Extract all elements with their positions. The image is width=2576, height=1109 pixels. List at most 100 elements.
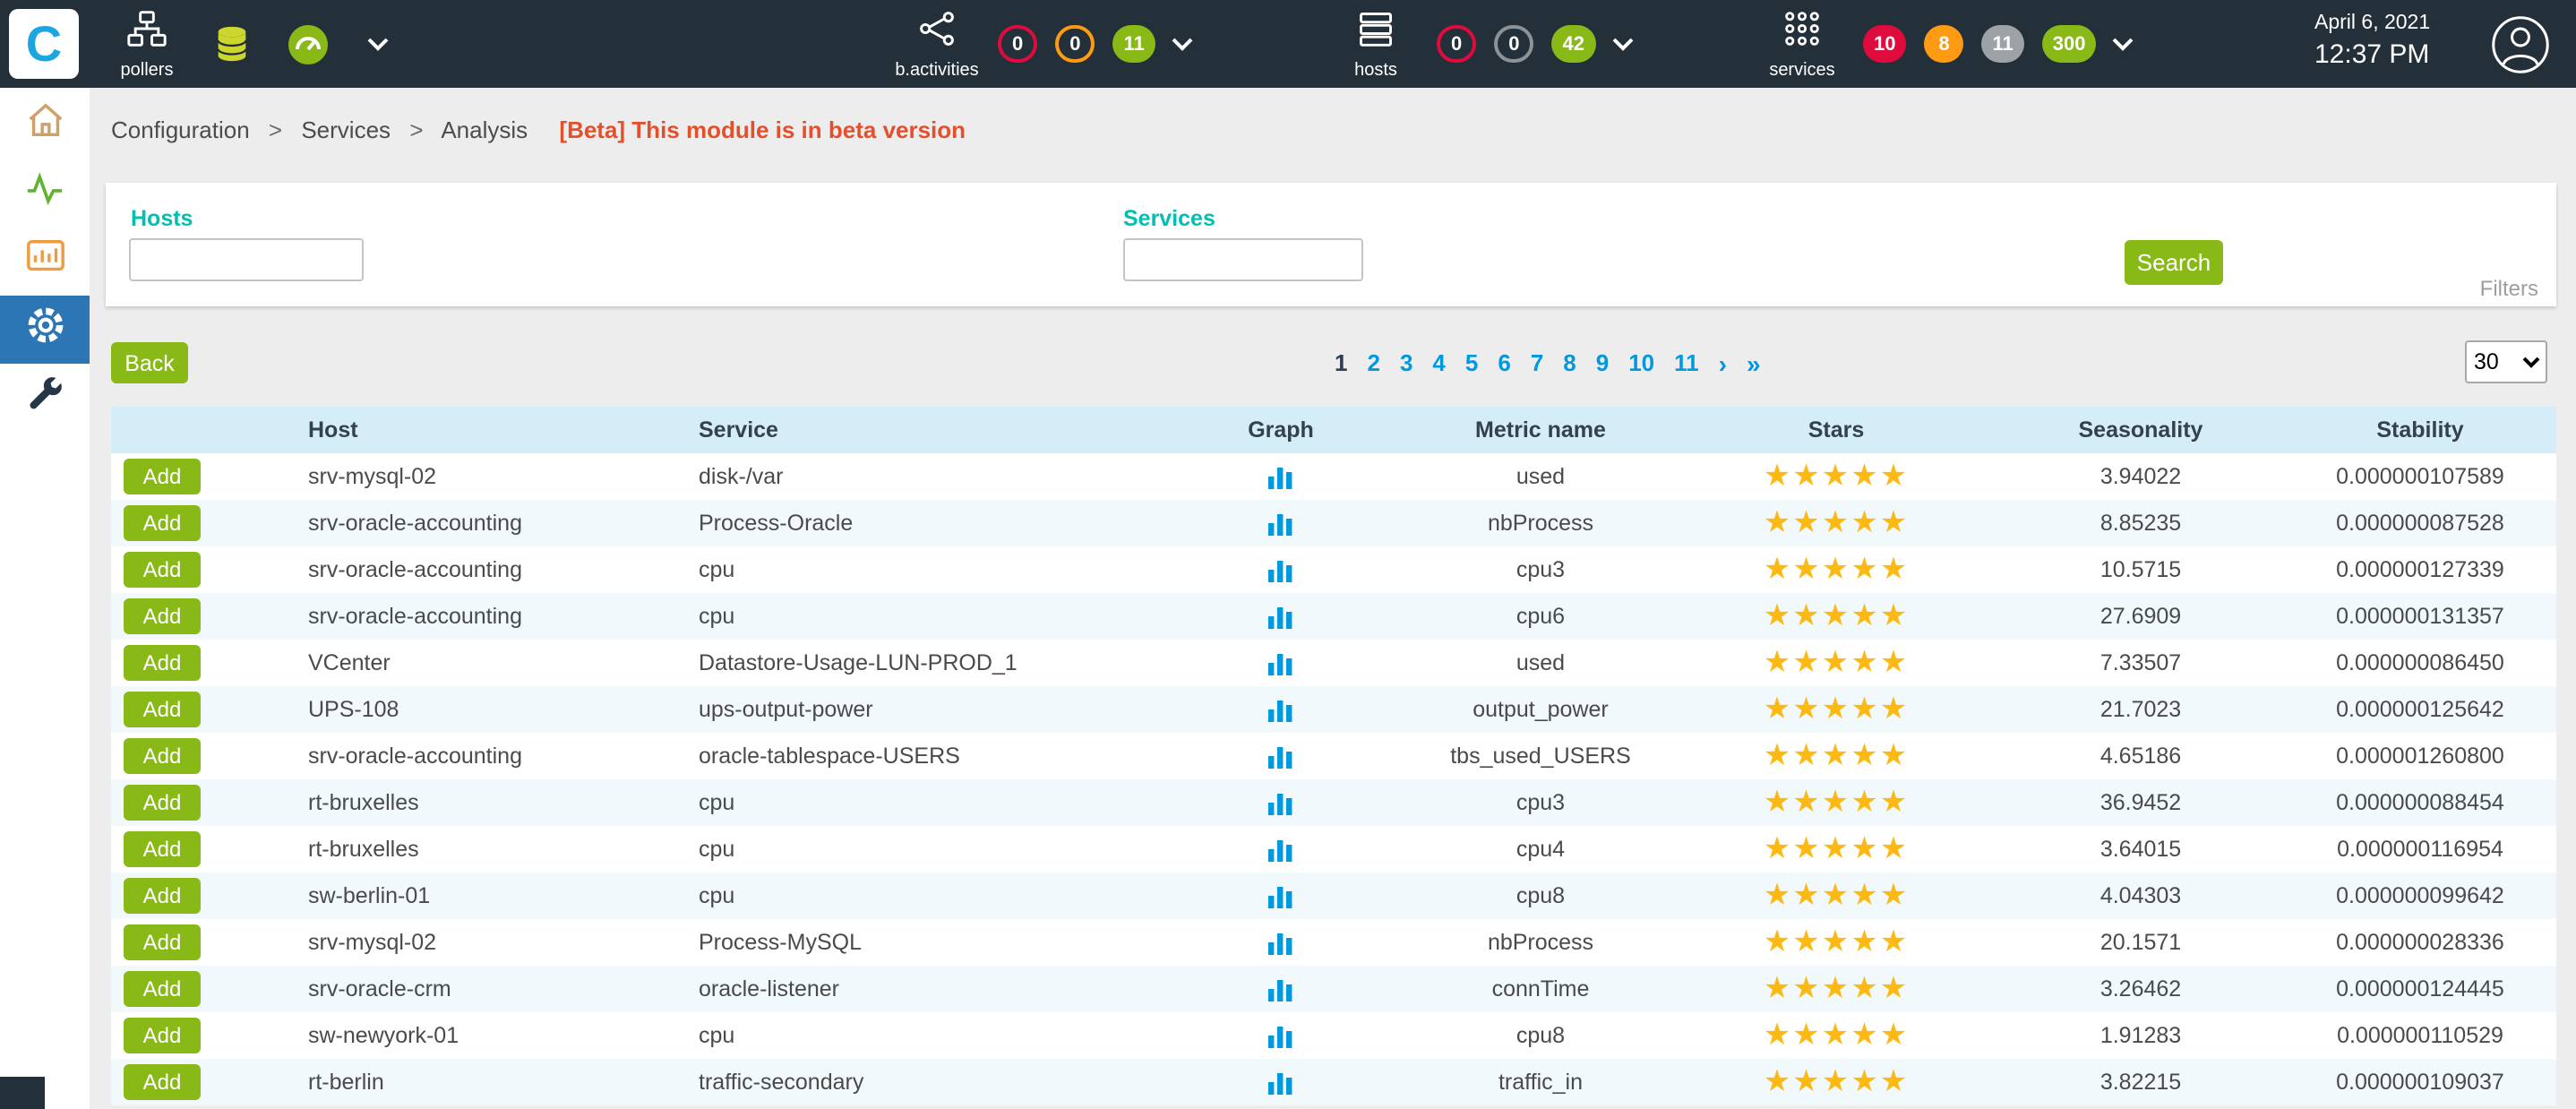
page-link-10[interactable]: 10: [1628, 349, 1654, 376]
filters-label: Filters: [2480, 276, 2538, 301]
graph-icon[interactable]: [1267, 929, 1295, 954]
centreon-logo[interactable]: C: [9, 9, 79, 79]
page-link-9[interactable]: 9: [1596, 349, 1609, 376]
stars-rating: ★★★★★: [1675, 1012, 1997, 1059]
add-button[interactable]: Add: [124, 1064, 201, 1100]
add-button[interactable]: Add: [124, 459, 201, 494]
pollers-chevron-down-icon[interactable]: [367, 0, 389, 88]
host-cell: srv-mysql-02: [281, 453, 672, 500]
graph-icon[interactable]: [1267, 836, 1295, 861]
counter-badge[interactable]: 8: [1925, 25, 1964, 63]
add-button[interactable]: Add: [124, 924, 201, 960]
stability-cell: 0.000000116954: [2284, 826, 2556, 873]
counter-badge[interactable]: 0: [1494, 25, 1533, 63]
services-group[interactable]: services 10811300: [1752, 0, 2134, 88]
table-row: Add srv-oracle-accounting cpu cpu3 ★★★★★…: [111, 546, 2556, 593]
page-link-3[interactable]: 3: [1400, 349, 1413, 376]
hosts-chevron-down-icon[interactable]: [1611, 37, 1633, 51]
host-cell: rt-bruxelles: [281, 826, 672, 873]
next-page-icon[interactable]: ›: [1719, 350, 1727, 375]
graph-icon[interactable]: [1267, 976, 1295, 1001]
analysis-table: Host Service Graph Metric name Stars Sea…: [111, 407, 2556, 1105]
sidebar-item-reports[interactable]: [0, 228, 90, 296]
breadcrumb-configuration[interactable]: Configuration: [111, 116, 250, 143]
graph-icon[interactable]: [1267, 603, 1295, 628]
page-link-8[interactable]: 8: [1563, 349, 1576, 376]
graph-icon[interactable]: [1267, 882, 1295, 907]
counter-badge[interactable]: 300: [2042, 25, 2097, 63]
graph-icon[interactable]: [1267, 1069, 1295, 1094]
stars-rating: ★★★★★: [1675, 873, 1997, 919]
graph-icon[interactable]: [1267, 789, 1295, 814]
page-size-select[interactable]: 30: [2465, 340, 2547, 383]
business-activities-icon: [917, 8, 957, 56]
add-button[interactable]: Add: [124, 878, 201, 914]
add-button[interactable]: Add: [124, 1018, 201, 1053]
sidebar-item-administration[interactable]: [0, 364, 90, 432]
last-page-icon[interactable]: »: [1747, 350, 1761, 375]
graph-icon[interactable]: [1267, 1022, 1295, 1047]
graph-cell: [1155, 500, 1406, 546]
add-button[interactable]: Add: [124, 785, 201, 821]
bactivities-group[interactable]: b.activities 0011: [887, 0, 1193, 88]
pollers-group[interactable]: pollers: [97, 0, 197, 88]
add-button[interactable]: Add: [124, 645, 201, 681]
sidebar-item-configuration[interactable]: [0, 296, 90, 364]
page-link-6[interactable]: 6: [1498, 349, 1510, 376]
breadcrumb-analysis[interactable]: Analysis: [441, 116, 528, 143]
sidebar-collapse[interactable]: [0, 1077, 45, 1109]
counter-badge[interactable]: 42: [1552, 25, 1596, 63]
header-service: Service: [672, 407, 1155, 453]
services-chevron-down-icon[interactable]: [2113, 37, 2134, 51]
hosts-filter-input[interactable]: [129, 238, 364, 281]
graph-cell: [1155, 546, 1406, 593]
services-filter-input[interactable]: [1123, 238, 1363, 281]
latency-status-icon[interactable]: [287, 0, 330, 88]
page-link-11[interactable]: 11: [1674, 349, 1699, 376]
add-button[interactable]: Add: [124, 831, 201, 867]
graph-icon[interactable]: [1267, 463, 1295, 488]
page-link-5[interactable]: 5: [1465, 349, 1478, 376]
search-button[interactable]: Search: [2125, 240, 2223, 285]
database-status-icon[interactable]: [211, 0, 253, 88]
counter-badge[interactable]: 0: [1055, 25, 1095, 63]
heartbeat-icon: [21, 168, 68, 219]
metric-cell: tbs_used_USERS: [1406, 733, 1675, 779]
service-cell: cpu: [672, 873, 1155, 919]
counter-badge[interactable]: 0: [1437, 25, 1476, 63]
add-button[interactable]: Add: [124, 598, 201, 634]
stability-cell: 0.000000110529: [2284, 1012, 2556, 1059]
graph-icon[interactable]: [1267, 743, 1295, 768]
graph-icon[interactable]: [1267, 649, 1295, 675]
page-link-7[interactable]: 7: [1531, 349, 1543, 376]
counter-badge[interactable]: 11: [1113, 25, 1155, 63]
back-button[interactable]: Back: [111, 342, 188, 383]
metric-cell: nbProcess: [1406, 500, 1675, 546]
stars-rating: ★★★★★: [1675, 453, 1997, 500]
page-link-1: 1: [1335, 349, 1347, 376]
graph-icon[interactable]: [1267, 556, 1295, 581]
add-button[interactable]: Add: [124, 692, 201, 727]
graph-cell: [1155, 919, 1406, 966]
add-button[interactable]: Add: [124, 505, 201, 541]
user-avatar[interactable]: [2490, 14, 2551, 84]
seasonality-cell: 7.33507: [1997, 640, 2284, 686]
counter-badge[interactable]: 10: [1863, 25, 1907, 63]
counter-badge[interactable]: 0: [998, 25, 1037, 63]
stars-rating: ★★★★★: [1675, 733, 1997, 779]
host-cell: VCenter: [281, 640, 672, 686]
stability-cell: 0.000001260800: [2284, 733, 2556, 779]
sidebar-item-home[interactable]: [0, 91, 90, 159]
counter-badge[interactable]: 11: [1982, 25, 2024, 63]
breadcrumb-services[interactable]: Services: [301, 116, 391, 143]
hosts-group[interactable]: hosts 0042: [1326, 0, 1633, 88]
add-button[interactable]: Add: [124, 552, 201, 588]
graph-icon[interactable]: [1267, 696, 1295, 721]
page-link-2[interactable]: 2: [1367, 349, 1379, 376]
page-link-4[interactable]: 4: [1432, 349, 1445, 376]
add-button[interactable]: Add: [124, 971, 201, 1007]
graph-icon[interactable]: [1267, 510, 1295, 535]
add-button[interactable]: Add: [124, 738, 201, 774]
bactivities-chevron-down-icon[interactable]: [1172, 37, 1193, 51]
sidebar-item-monitoring[interactable]: [0, 159, 90, 228]
